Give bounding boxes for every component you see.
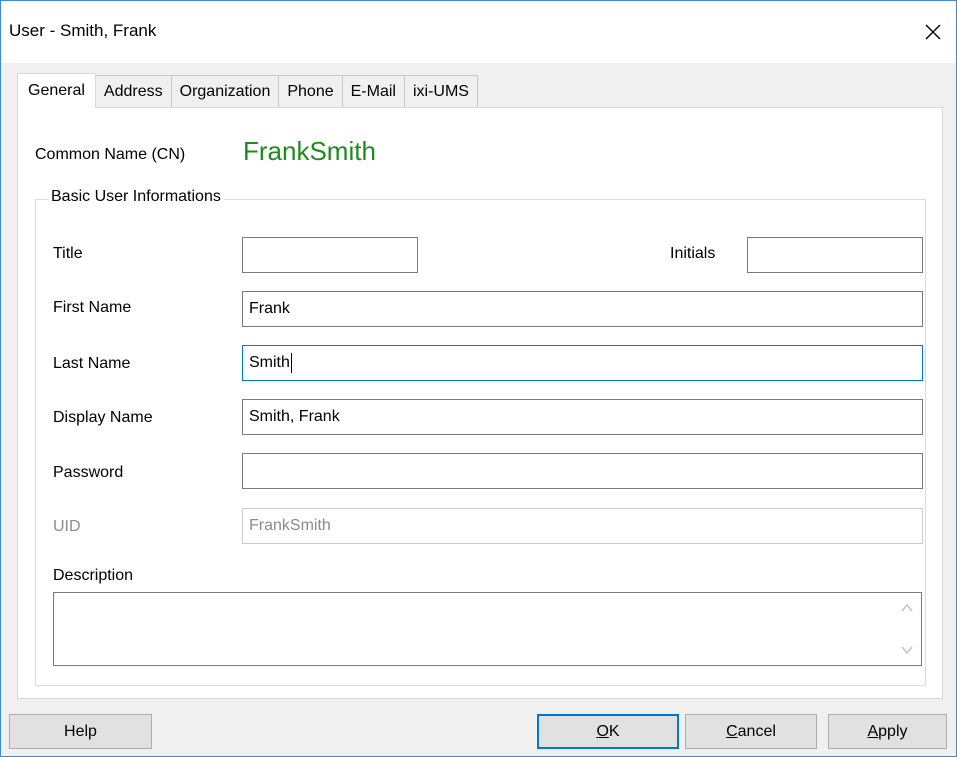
close-button[interactable] <box>910 1 956 63</box>
tab-phone[interactable]: Phone <box>278 75 343 107</box>
display-name-label: Display Name <box>53 409 153 426</box>
common-name-label: Common Name (CN) <box>35 146 186 163</box>
common-name-value: FrankSmith <box>243 136 376 166</box>
last-name-input[interactable]: Smith <box>242 345 923 381</box>
title-label: Title <box>53 245 83 262</box>
apply-mnemonic: A <box>867 722 879 740</box>
password-input[interactable] <box>242 453 923 489</box>
cancel-label: ancel <box>737 722 776 740</box>
close-icon <box>925 24 941 40</box>
description-scrollbar[interactable] <box>893 593 921 665</box>
last-name-value: Smith <box>249 354 290 371</box>
initials-label: Initials <box>670 245 716 262</box>
window-title: User - Smith, Frank <box>9 21 157 40</box>
description-textarea[interactable] <box>53 592 922 666</box>
help-button[interactable]: Help <box>9 714 152 749</box>
tab-organization[interactable]: Organization <box>170 75 280 107</box>
display-name-input[interactable]: Smith, Frank <box>242 399 923 435</box>
ok-button[interactable]: OK <box>537 714 679 749</box>
cancel-button[interactable]: Cancel <box>685 714 817 749</box>
tab-ixi-ums[interactable]: ixi-UMS <box>403 75 478 107</box>
cancel-mnemonic: C <box>726 722 738 740</box>
tab-general[interactable]: General <box>17 73 96 108</box>
uid-label: UID <box>53 518 81 535</box>
general-tab-panel: Common Name (CN) FrankSmith Basic User I… <box>17 107 943 699</box>
scroll-up-arrow-icon[interactable] <box>901 603 913 613</box>
tab-email[interactable]: E-Mail <box>341 75 405 107</box>
initials-input[interactable] <box>747 237 923 273</box>
scroll-down-arrow-icon[interactable] <box>901 645 913 655</box>
uid-input: FrankSmith <box>242 508 923 544</box>
ok-label: K <box>608 722 620 740</box>
title-input[interactable] <box>242 237 418 273</box>
text-caret <box>290 353 292 373</box>
tab-address[interactable]: Address <box>94 75 172 107</box>
apply-button[interactable]: Apply <box>828 714 947 749</box>
last-name-label: Last Name <box>53 355 131 372</box>
first-name-input[interactable]: Frank <box>242 291 923 327</box>
apply-label: pply <box>878 722 908 740</box>
ok-mnemonic: O <box>596 722 609 740</box>
tab-strip: General Address Organization Phone E-Mai… <box>17 73 478 108</box>
description-label: Description <box>53 567 134 584</box>
user-properties-dialog: User - Smith, Frank General Address Orga… <box>0 0 957 757</box>
first-name-label: First Name <box>53 299 132 316</box>
title-bar: User - Smith, Frank <box>1 1 956 63</box>
basic-user-info-group: Basic User Informations Title Initials F… <box>35 188 926 686</box>
password-label: Password <box>53 464 124 481</box>
group-title: Basic User Informations <box>48 188 224 206</box>
